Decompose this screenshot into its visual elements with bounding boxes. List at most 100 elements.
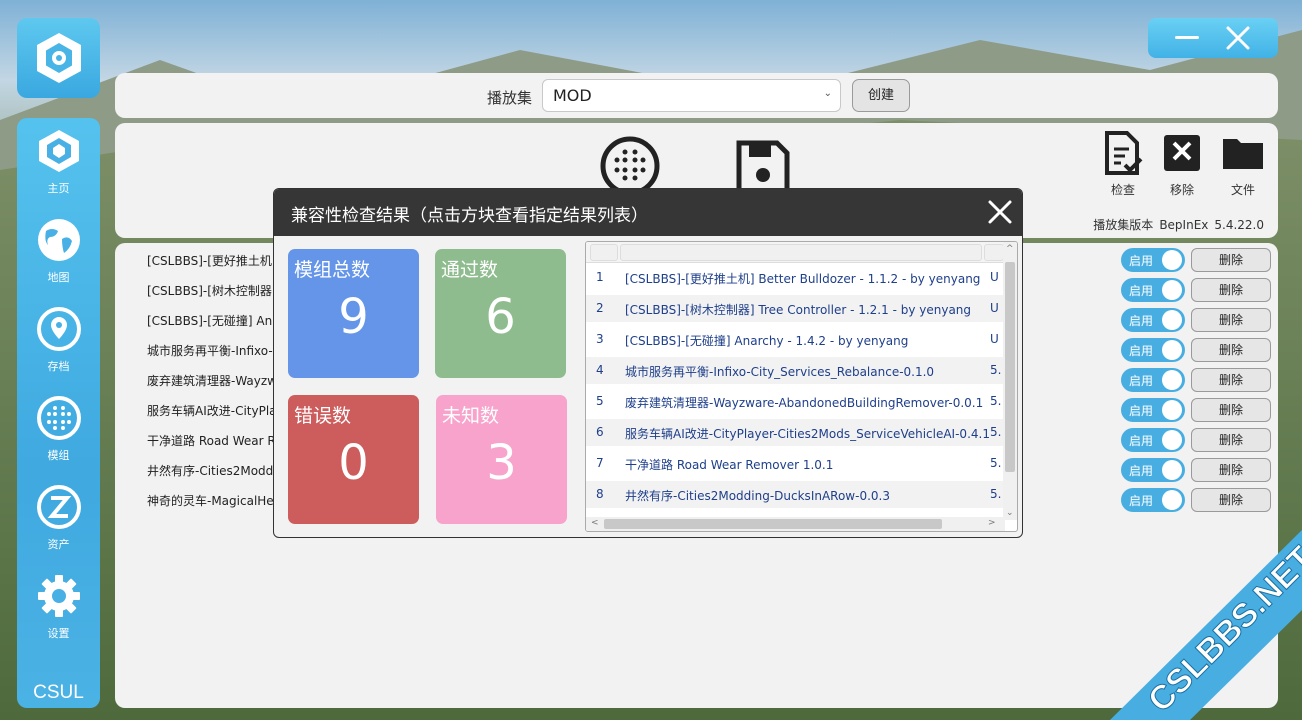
vertical-scrollbar[interactable]: ^ ⌄ — [1003, 242, 1017, 520]
row-extra: U — [990, 301, 999, 315]
close-icon[interactable] — [1226, 26, 1250, 50]
delete-button[interactable]: 删除 — [1191, 248, 1271, 272]
delete-button[interactable]: 删除 — [1191, 398, 1271, 422]
enable-toggle[interactable]: 启用 — [1121, 398, 1185, 422]
stat-total-value: 9 — [338, 289, 369, 345]
row-name: [CSLBBS]-[更好推土机] Better Bulldozer - 1.1.… — [625, 272, 981, 286]
enable-toggle[interactable]: 启用 — [1121, 428, 1185, 452]
file-button[interactable]: 文件 — [1218, 131, 1268, 198]
enable-toggle[interactable]: 启用 — [1121, 338, 1185, 362]
column-header-extra[interactable] — [984, 244, 1004, 261]
row-index: 5 — [596, 394, 604, 408]
scroll-right-icon[interactable]: > — [988, 518, 996, 528]
sidebar-item-saves[interactable]: 存档 — [17, 306, 100, 390]
enable-toggle[interactable]: 启用 — [1121, 368, 1185, 392]
delete-button[interactable]: 删除 — [1191, 458, 1271, 482]
delete-button[interactable]: 删除 — [1191, 368, 1271, 392]
scroll-thumb[interactable] — [604, 519, 942, 529]
list-item: 城市服务再平衡-Infixo- — [147, 344, 273, 358]
remove-button[interactable]: 移除 — [1157, 131, 1207, 198]
row-name: [CSLBBS]-[无碰撞] Anarchy - 1.4.2 - by yeny… — [625, 334, 909, 348]
sidebar-item-label: 模组 — [47, 449, 70, 462]
list-item: 干净道路 Road Wear R — [147, 434, 276, 448]
table-row[interactable]: 8 井然有序-Cities2Modding-DucksInARow-0.0.3 … — [586, 481, 1006, 508]
enable-toggle[interactable]: 启用 — [1121, 458, 1185, 482]
toggle-knob — [1162, 280, 1182, 300]
stat-unknown-value: 3 — [486, 435, 517, 491]
enable-label: 启用 — [1129, 314, 1154, 328]
delete-button[interactable]: 删除 — [1191, 308, 1271, 332]
sidebar-item-mods[interactable]: 模组 — [17, 395, 100, 479]
dialog-title: 兼容性检查结果（点击方块查看指定结果列表） — [291, 206, 648, 226]
scroll-thumb[interactable] — [1005, 262, 1015, 472]
list-item: [CSLBBS]-[无碰撞] Ana — [147, 314, 280, 328]
delete-button[interactable]: 删除 — [1191, 488, 1271, 512]
toggle-knob — [1162, 400, 1182, 420]
dots-grid-icon — [36, 395, 82, 441]
row-index: 3 — [596, 332, 604, 346]
column-header-name[interactable] — [620, 244, 982, 261]
table-row[interactable]: 1 [CSLBBS]-[更好推土机] Better Bulldozer - 1.… — [586, 264, 1006, 291]
sidebar-item-assets[interactable]: 资产 — [17, 484, 100, 568]
sidebar-item-home[interactable]: 主页 — [17, 128, 100, 212]
enable-toggle[interactable]: 启用 — [1121, 488, 1185, 512]
sidebar-item-map[interactable]: 地图 — [17, 217, 100, 301]
table-row[interactable]: 6 服务车辆AI改进-CityPlayer-Cities2Mods_Servic… — [586, 419, 1006, 446]
brand-label: CSUL — [33, 682, 84, 703]
sidebar-item-label: 存档 — [47, 360, 70, 373]
table-row[interactable]: 5 废弃建筑清理器-Wayzware-AbandonedBuildingRemo… — [586, 388, 1006, 415]
save-icon[interactable] — [735, 139, 791, 195]
location-pin-icon — [36, 306, 82, 352]
remove-box-icon — [1157, 131, 1207, 175]
version-value: 5.4.22.0 — [1214, 218, 1264, 232]
stat-error-tile[interactable]: 错误数 0 — [288, 395, 419, 524]
delete-button[interactable]: 删除 — [1191, 278, 1271, 302]
table-row[interactable]: 3 [CSLBBS]-[无碰撞] Anarchy - 1.4.2 - by ye… — [586, 326, 1006, 353]
playset-select[interactable]: MOD ⌄ — [542, 79, 841, 112]
minimize-icon[interactable] — [1175, 36, 1199, 39]
check-label: 检查 — [1110, 183, 1135, 197]
enable-toggle[interactable]: 启用 — [1121, 308, 1185, 332]
horizontal-scrollbar[interactable]: < > — [586, 517, 1005, 531]
stat-unknown-tile[interactable]: 未知数 3 — [436, 395, 567, 524]
table-row[interactable]: 2 [CSLBBS]-[树木控制器] Tree Controller - 1.2… — [586, 295, 1006, 322]
enable-toggle[interactable]: 启用 — [1121, 278, 1185, 302]
scroll-down-icon[interactable]: ⌄ — [1006, 508, 1014, 518]
row-name: 废弃建筑清理器-Wayzware-AbandonedBuildingRemove… — [625, 396, 984, 410]
enable-toggle[interactable]: 启用 — [1121, 248, 1185, 272]
scroll-left-icon[interactable]: < — [591, 518, 599, 528]
enable-label: 启用 — [1129, 434, 1154, 448]
folder-icon — [1218, 131, 1268, 175]
delete-button[interactable]: 删除 — [1191, 338, 1271, 362]
stat-total-tile[interactable]: 模组总数 9 — [288, 249, 419, 378]
row-name: 干净道路 Road Wear Remover 1.0.1 — [625, 458, 834, 472]
enable-label: 启用 — [1129, 464, 1154, 478]
check-button[interactable]: 检查 — [1098, 131, 1148, 198]
row-extra: U — [990, 332, 999, 346]
mods-grid-icon[interactable] — [600, 136, 660, 196]
list-item: 神奇的灵车-MagicalHe — [147, 494, 274, 508]
delete-button[interactable]: 删除 — [1191, 428, 1271, 452]
remove-label: 移除 — [1169, 183, 1194, 197]
row-name: [CSLBBS]-[树木控制器] Tree Controller - 1.2.1… — [625, 303, 972, 317]
sidebar-item-settings[interactable]: 设置 — [17, 573, 100, 657]
table-row[interactable]: 4 城市服务再平衡-Infixo-City_Services_Rebalance… — [586, 357, 1006, 384]
close-icon[interactable] — [987, 199, 1013, 225]
create-button[interactable]: 创建 — [852, 79, 910, 112]
sidebar-item-label: 地图 — [47, 271, 70, 284]
row-index: 7 — [596, 456, 604, 470]
sidebar-item-label: 设置 — [47, 627, 70, 640]
enable-label: 启用 — [1129, 254, 1154, 268]
column-header-index[interactable] — [590, 244, 618, 261]
table-row[interactable]: 7 干净道路 Road Wear Remover 1.0.1 5. — [586, 450, 1006, 477]
scroll-up-icon[interactable]: ^ — [1006, 244, 1014, 254]
row-name: 井然有序-Cities2Modding-DucksInARow-0.0.3 — [625, 489, 890, 503]
row-extra: 5. — [990, 363, 1002, 377]
row-index: 1 — [596, 270, 604, 284]
chevron-down-icon: ⌄ — [823, 88, 832, 99]
compatibility-dialog: 兼容性检查结果（点击方块查看指定结果列表） 模组总数 9 通过数 6 错误数 0… — [273, 188, 1023, 538]
stat-pass-tile[interactable]: 通过数 6 — [435, 249, 566, 378]
row-name: 服务车辆AI改进-CityPlayer-Cities2Mods_ServiceV… — [625, 427, 990, 441]
app-logo — [17, 18, 100, 98]
file-label: 文件 — [1230, 183, 1255, 197]
